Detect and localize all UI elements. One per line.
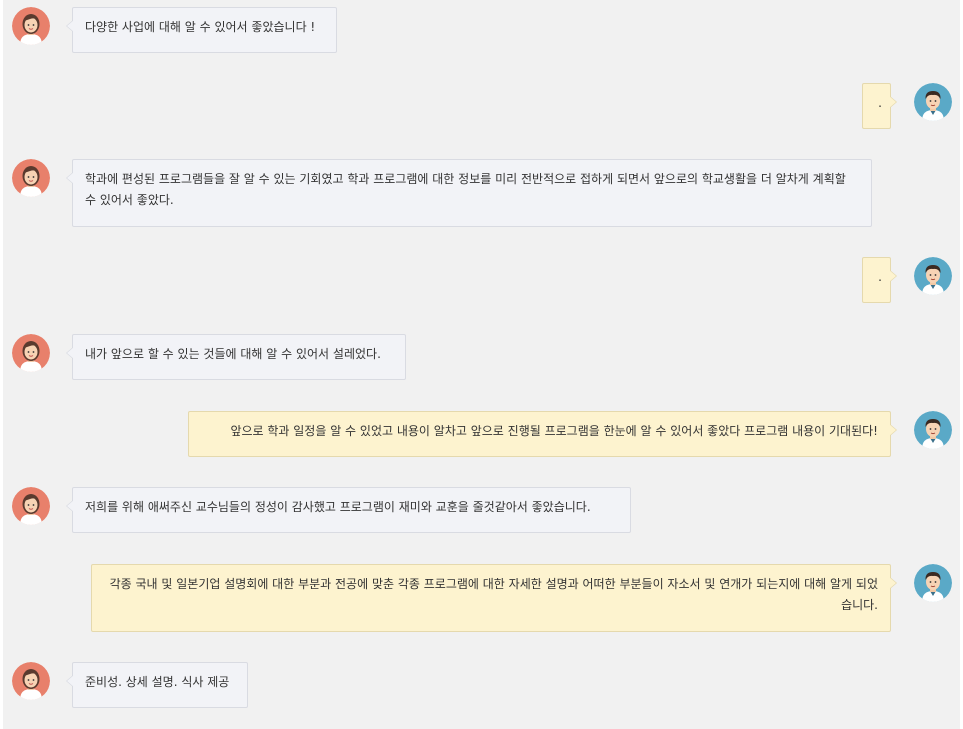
message-bubble: 앞으로 학과 일정을 알 수 있었고 내용이 알차고 앞으로 진행될 프로그램을…: [188, 411, 897, 457]
female-avatar-icon: [12, 662, 50, 700]
female-avatar-icon: [12, 7, 50, 45]
message-bubble: 학과에 편성된 프로그램들을 잘 알 수 있는 기회였고 학과 프로그램에 대한…: [66, 159, 872, 227]
message-text: 다양한 사업에 대해 알 수 있어서 좋았습니다 !: [85, 20, 316, 34]
female-avatar-icon: [12, 159, 50, 197]
message-text: .: [878, 270, 882, 284]
chat-log: 다양한 사업에 대해 알 수 있어서 좋았습니다 ! . 학과에 편성된 프로그…: [3, 0, 960, 729]
message-bubble: 내가 앞으로 할 수 있는 것들에 대해 알 수 있어서 설레었다.: [66, 334, 406, 380]
message-text: 앞으로 학과 일정을 알 수 있었고 내용이 알차고 앞으로 진행될 프로그램을…: [230, 424, 878, 438]
male-avatar-icon: [914, 411, 952, 449]
message-text: .: [878, 96, 882, 110]
message-text: 준비성. 상세 설명. 식사 제공: [85, 675, 230, 689]
message-text: 내가 앞으로 할 수 있는 것들에 대해 알 수 있어서 설레었다.: [85, 347, 381, 361]
message-text: 각종 국내 및 일본기업 설명회에 대한 부분과 전공에 맞춘 각종 프로그램에…: [109, 577, 878, 612]
message-text: 저희를 위해 애써주신 교수님들의 정성이 감사했고 프로그램이 재미와 교훈을…: [85, 500, 591, 514]
message-bubble: 다양한 사업에 대해 알 수 있어서 좋았습니다 !: [66, 7, 337, 53]
message-bubble: 각종 국내 및 일본기업 설명회에 대한 부분과 전공에 맞춘 각종 프로그램에…: [91, 564, 897, 632]
female-avatar-icon: [12, 334, 50, 372]
female-avatar-icon: [12, 487, 50, 525]
male-avatar-icon: [914, 257, 952, 295]
message-bubble: 준비성. 상세 설명. 식사 제공: [66, 662, 248, 708]
message-bubble: .: [862, 83, 897, 129]
message-bubble: 저희를 위해 애써주신 교수님들의 정성이 감사했고 프로그램이 재미와 교훈을…: [66, 487, 631, 533]
message-text: 학과에 편성된 프로그램들을 잘 알 수 있는 기회였고 학과 프로그램에 대한…: [85, 172, 846, 207]
message-bubble: .: [862, 257, 897, 303]
male-avatar-icon: [914, 564, 952, 602]
male-avatar-icon: [914, 83, 952, 121]
